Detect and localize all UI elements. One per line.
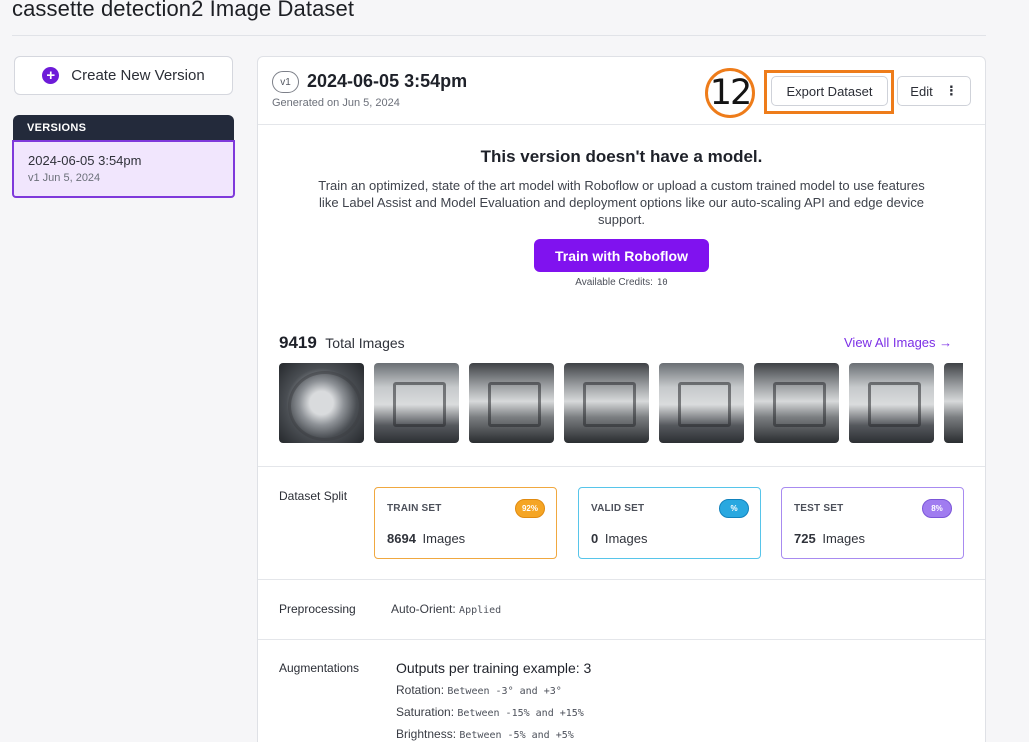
export-dataset-button[interactable]: Export Dataset: [771, 76, 888, 106]
augmentation-outputs: Outputs per training example: 3: [396, 660, 592, 676]
plus-icon: +: [42, 67, 60, 84]
test-set-count-value: 725: [794, 531, 816, 546]
test-set-card: TEST SET 8% 725 Images: [781, 487, 964, 559]
image-thumbnail[interactable]: [279, 363, 364, 443]
page-title: cassette detection2 Image Dataset: [12, 0, 355, 21]
kebab-menu-icon: ⋮: [944, 83, 958, 98]
step-marker-annotation: 12: [705, 68, 755, 118]
preprocessing-value: Auto-Orient: Applied: [391, 602, 501, 616]
no-model-section: This version doesn't have a model. Train…: [258, 147, 985, 228]
image-thumbnail[interactable]: [944, 363, 963, 443]
valid-set-count-value: 0: [591, 531, 599, 546]
image-thumbnail[interactable]: [374, 363, 459, 443]
train-set-count-unit: Images: [422, 531, 466, 546]
augmentations-label: Augmentations: [279, 661, 360, 675]
augmentation-value: Between -15% and +15%: [457, 708, 584, 719]
train-set-count-value: 8694: [387, 531, 416, 546]
valid-set-percent-badge: %: [719, 499, 749, 518]
valid-set-name: VALID SET: [591, 503, 645, 514]
train-set-card: TRAIN SET 92% 8694 Images: [374, 487, 557, 559]
total-images: 9419 Total Images: [279, 333, 405, 353]
train-with-roboflow-button[interactable]: Train with Roboflow: [534, 239, 709, 272]
image-thumbnail[interactable]: [564, 363, 649, 443]
credits-label: Available Credits:: [575, 277, 653, 288]
preprocessing-label: Preprocessing: [279, 602, 356, 616]
total-images-label: Total Images: [325, 335, 405, 351]
auto-orient-value: Applied: [459, 605, 502, 616]
augmentation-key: Rotation:: [396, 683, 445, 697]
test-set-count-unit: Images: [822, 531, 865, 546]
version-list-item[interactable]: 2024-06-05 3:54pm v1 Jun 5, 2024: [12, 140, 235, 198]
augmentation-brightness: Brightness: Between -5% and +5%: [396, 727, 574, 741]
create-new-version-button[interactable]: + Create New Version: [14, 56, 233, 95]
train-set-count: 8694 Images: [387, 531, 465, 546]
image-thumbnail[interactable]: [849, 363, 934, 443]
credits-value: 10: [656, 278, 668, 288]
versions-header: VERSIONS: [13, 115, 234, 141]
version-item-subtitle: v1 Jun 5, 2024: [28, 172, 101, 184]
edit-button[interactable]: Edit ⋮: [897, 76, 971, 106]
create-new-version-label: Create New Version: [71, 67, 205, 84]
dataset-split-label: Dataset Split: [279, 489, 348, 503]
image-thumbnail[interactable]: [469, 363, 554, 443]
augmentation-value: Between -5% and +5%: [459, 730, 574, 741]
train-set-name: TRAIN SET: [387, 503, 442, 514]
augmentation-key: Saturation:: [396, 705, 455, 719]
augmentation-value: Between -3° and +3°: [447, 686, 562, 697]
augmentation-key: Brightness:: [396, 727, 457, 741]
test-set-percent-badge: 8%: [922, 499, 952, 518]
section-divider: [258, 579, 985, 580]
available-credits: Available Credits: 10: [258, 277, 985, 288]
section-divider: [258, 639, 985, 640]
test-set-count: 725 Images: [794, 531, 865, 546]
image-thumbnail-strip: [279, 363, 963, 443]
valid-set-card: VALID SET % 0 Images: [578, 487, 761, 559]
edit-label: Edit: [910, 83, 933, 99]
valid-set-count: 0 Images: [591, 531, 648, 546]
augmentation-rotation: Rotation: Between -3° and +3°: [396, 683, 562, 697]
image-thumbnail[interactable]: [659, 363, 744, 443]
train-set-percent-badge: 92%: [515, 499, 545, 518]
no-model-heading: This version doesn't have a model.: [480, 147, 763, 166]
total-images-count: 9419: [279, 333, 317, 352]
view-all-images-link[interactable]: View All Images →: [844, 335, 952, 350]
no-model-description: Train an optimized, state of the art mod…: [318, 178, 925, 227]
version-detail-card: v1 2024-06-05 3:54pm Generated on Jun 5,…: [257, 56, 986, 742]
version-header: v1 2024-06-05 3:54pm Generated on Jun 5,…: [258, 57, 985, 125]
image-thumbnail[interactable]: [754, 363, 839, 443]
header-divider: [12, 35, 986, 36]
version-title: 2024-06-05 3:54pm: [307, 71, 468, 91]
test-set-name: TEST SET: [794, 503, 844, 514]
auto-orient-key: Auto-Orient:: [391, 602, 456, 616]
section-divider: [258, 466, 985, 467]
version-badge: v1: [272, 71, 299, 93]
valid-set-count-unit: Images: [604, 531, 648, 546]
generated-date: Generated on Jun 5, 2024: [272, 97, 400, 109]
augmentation-saturation: Saturation: Between -15% and +15%: [396, 705, 584, 719]
version-item-name: 2024-06-05 3:54pm: [28, 153, 142, 168]
